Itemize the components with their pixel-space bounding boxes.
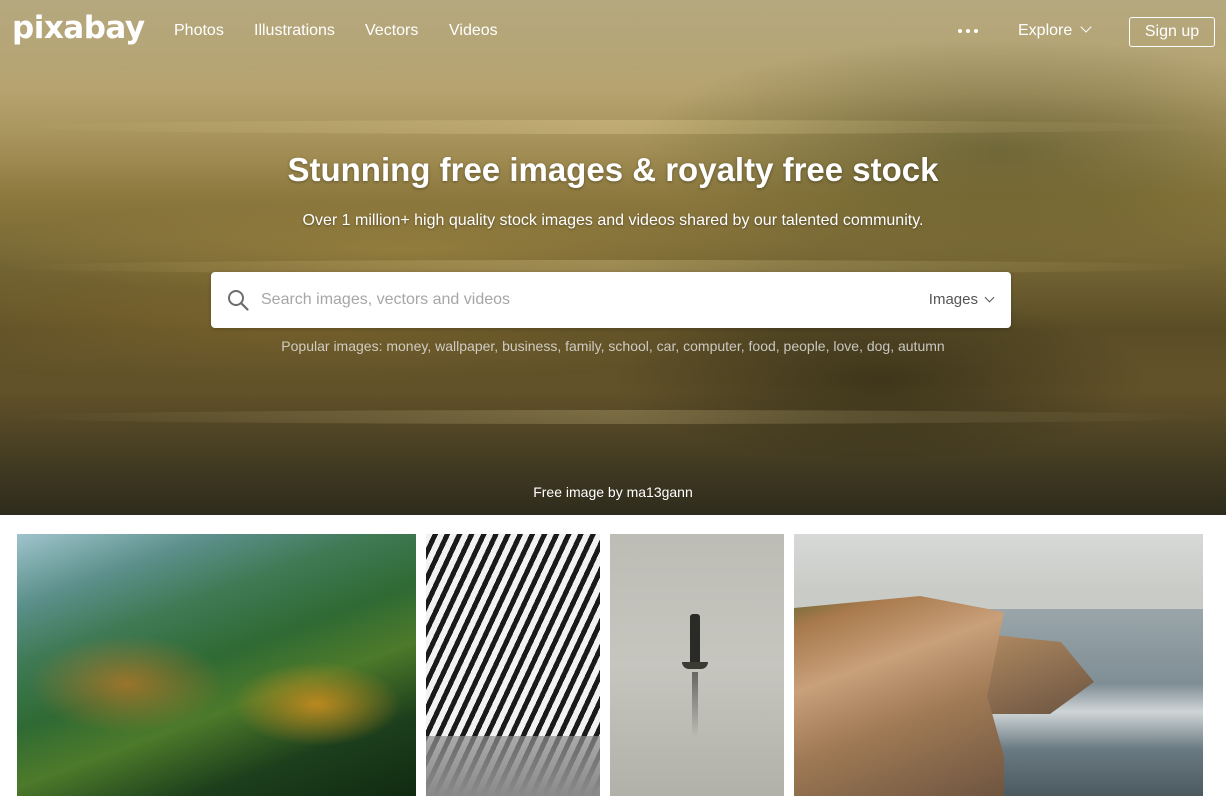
- explore-label: Explore: [1018, 22, 1073, 39]
- nav-vectors[interactable]: Vectors: [365, 22, 418, 40]
- popular-tag-people[interactable]: people: [784, 338, 826, 354]
- sign-up-button[interactable]: Sign up: [1129, 17, 1215, 47]
- media-type-select[interactable]: Images: [928, 291, 995, 308]
- popular-tag-family[interactable]: family: [565, 338, 601, 354]
- popular-tag-money[interactable]: money: [386, 338, 427, 354]
- popular-tag-autumn[interactable]: autumn: [898, 338, 945, 354]
- search-input[interactable]: [261, 286, 901, 314]
- image-credit[interactable]: Free image by ma13gann: [0, 484, 1226, 500]
- popular-tag-business[interactable]: business: [502, 338, 557, 354]
- popular-tag-dog[interactable]: dog: [867, 338, 890, 354]
- gallery-image-autumn-valley[interactable]: [17, 534, 416, 796]
- popular-tag-food[interactable]: food: [749, 338, 776, 354]
- hero-subheadline: Over 1 million+ high quality stock image…: [302, 212, 924, 229]
- nav-illustrations[interactable]: Illustrations: [254, 22, 335, 40]
- hero-shade: [0, 0, 1226, 515]
- search-bar: Images: [211, 272, 1011, 328]
- ellipsis-icon[interactable]: [958, 29, 980, 35]
- boat-shape: [682, 662, 708, 669]
- popular-tag-school[interactable]: school: [608, 338, 648, 354]
- pixabay-logo[interactable]: pixabay: [12, 10, 145, 46]
- gallery-image-zebras[interactable]: [426, 534, 600, 796]
- water-reflection: [692, 672, 698, 737]
- nav-photos[interactable]: Photos: [174, 22, 224, 40]
- popular-label: Popular images:: [281, 338, 383, 354]
- hero-headline: Stunning free images & royalty free stoc…: [287, 151, 939, 188]
- popular-tags: Popular images: money, wallpaper, busine…: [281, 338, 945, 354]
- explore-menu[interactable]: Explore: [1018, 21, 1092, 40]
- boatman-figure: [690, 614, 700, 664]
- popular-tag-wallpaper[interactable]: wallpaper: [435, 338, 494, 354]
- chevron-down-icon: [984, 292, 995, 303]
- zebra-ground: [426, 736, 600, 796]
- gallery-image-coastal-cliffs[interactable]: [794, 534, 1203, 796]
- popular-tag-love[interactable]: love: [833, 338, 859, 354]
- search-icon[interactable]: [227, 289, 249, 311]
- cliff-face: [794, 596, 1004, 796]
- popular-tag-computer[interactable]: computer: [683, 338, 741, 354]
- hero-banner: pixabay Photos Illustrations Vectors Vid…: [0, 0, 1226, 515]
- nav-videos[interactable]: Videos: [449, 22, 498, 40]
- popular-tag-car[interactable]: car: [657, 338, 676, 354]
- gallery-image-boat-on-lake[interactable]: [610, 534, 784, 796]
- chevron-down-icon: [1080, 21, 1092, 33]
- media-type-label: Images: [928, 291, 978, 308]
